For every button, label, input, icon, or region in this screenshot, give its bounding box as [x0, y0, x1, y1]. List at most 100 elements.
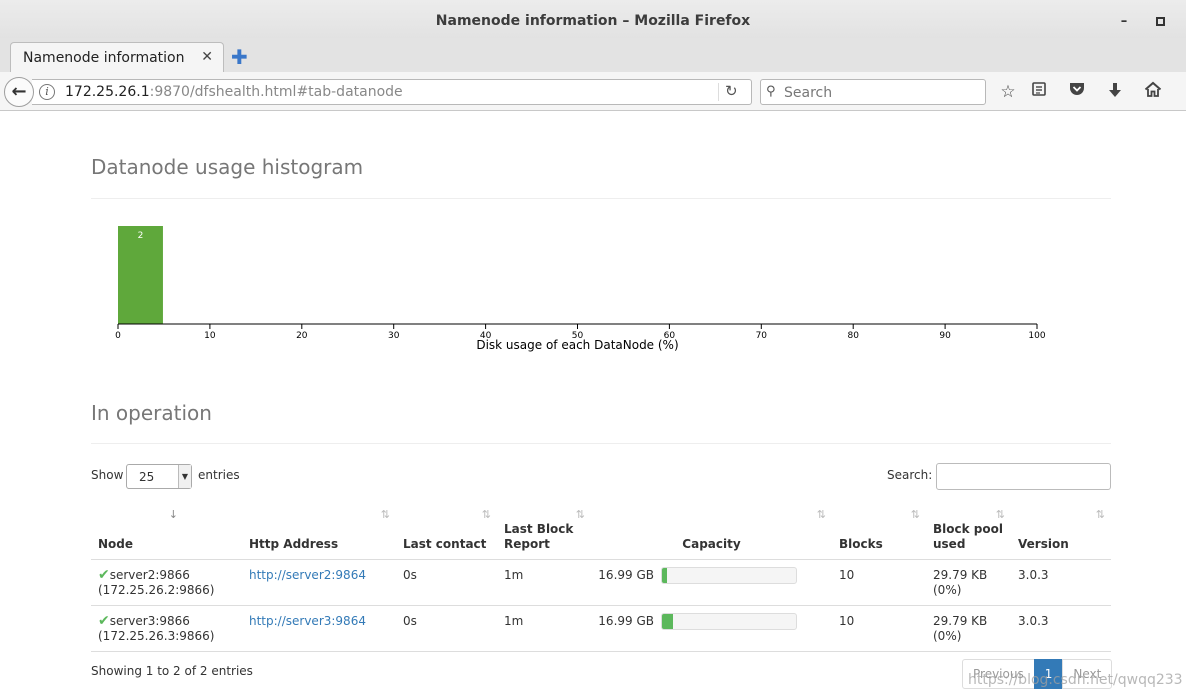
url-bar[interactable]: i 172.25.26.1:9870/dfshealth.html#tab-da…: [32, 79, 752, 105]
browser-search-input[interactable]: ⚲ Search: [760, 79, 986, 105]
datanode-usage-histogram: 2 0 10 20 30 40 50 60 70 80 90 100 Disk usage of eac…: [100, 215, 1060, 355]
last-contact-cell: 0s: [396, 559, 497, 606]
search-placeholder: Search: [784, 85, 833, 101]
column-label: Blocks: [839, 536, 883, 551]
datanode-table: Node ↓ Http Address ⇅ Last contact ⇅ Las…: [91, 503, 1111, 652]
column-label: Last contact: [403, 536, 487, 551]
sort-icon: ⇅: [995, 508, 1005, 521]
http-address-link[interactable]: http://server3:9864: [249, 614, 366, 628]
blocks-cell: 10: [832, 559, 926, 606]
column-label: Last Block Report: [504, 521, 574, 551]
page-size-value: 25: [139, 470, 155, 484]
x-tick-label: 70: [756, 331, 768, 341]
url-host: 172.25.26.1: [65, 84, 150, 100]
http-address-link[interactable]: http://server2:9864: [249, 568, 366, 582]
capacity-cell: 16.99 GB: [591, 559, 832, 606]
sort-icon: ⇅: [1095, 508, 1105, 521]
x-tick-label: 20: [296, 331, 308, 341]
sort-asc-icon: ↓: [168, 508, 178, 521]
x-tick-label: 30: [388, 331, 400, 341]
table-search-input[interactable]: [936, 463, 1111, 490]
column-label: Block pool used: [933, 521, 1003, 551]
histogram-svg: 20 10 20 30 40 50 60 70 80 90 100Disk usage of eac…: [115, 226, 1046, 352]
column-header-block-pool-used[interactable]: Block pool used ⇅: [926, 503, 1011, 560]
capacity-progress-bar: [661, 612, 797, 630]
block-pool-used-cell: 29.79 KB (0%): [926, 605, 1011, 652]
column-header-node[interactable]: Node ↓: [91, 503, 242, 560]
node-name: server3:9866: [109, 613, 190, 628]
site-info-icon[interactable]: i: [39, 84, 55, 100]
chevron-down-icon: ▼: [178, 465, 191, 488]
column-header-last-contact[interactable]: Last contact ⇅: [396, 503, 497, 560]
sort-icon: ⇅: [816, 508, 826, 521]
column-label: Http Address: [249, 536, 339, 551]
node-cell: ✔server2:9866 (172.25.26.2:9866): [91, 559, 242, 606]
x-tick-label: 0: [115, 331, 121, 341]
block-pool-used-cell: 29.79 KB (0%): [926, 559, 1011, 606]
last-contact-cell: 0s: [396, 605, 497, 652]
window-title: Namenode information – Mozilla Firefox: [435, 13, 751, 29]
navigation-toolbar: i 172.25.26.1:9870/dfshealth.html#tab-da…: [0, 72, 1186, 111]
check-icon: ✔: [98, 566, 110, 583]
last-block-report-cell: 1m: [497, 605, 591, 652]
bookmark-star-icon[interactable]: ☆: [997, 81, 1019, 103]
entries-label: entries: [198, 468, 240, 482]
new-tab-icon[interactable]: ✚: [231, 45, 248, 69]
column-header-last-block-report[interactable]: Last Block Report ⇅: [497, 503, 591, 560]
tab-close-icon[interactable]: ✕: [201, 49, 213, 65]
http-address-cell: http://server3:9864: [242, 605, 396, 652]
capacity-cell: 16.99 GB: [591, 605, 832, 652]
http-address-cell: http://server2:9864: [242, 559, 396, 606]
blocks-cell: 10: [832, 605, 926, 652]
capacity-progress-bar: [661, 566, 797, 584]
table-row: ✔server3:9866 (172.25.26.3:9866) http://s…: [91, 605, 1111, 652]
pool-used-percent: (0%): [933, 582, 962, 597]
url-text[interactable]: 172.25.26.1:9870/dfshealth.html#tab-data…: [65, 84, 403, 100]
sort-icon: ⇅: [481, 508, 491, 521]
histogram-title: Datanode usage histogram: [91, 155, 364, 179]
pocket-icon[interactable]: [1066, 81, 1088, 103]
search-icon: ⚲: [766, 84, 776, 99]
maximize-icon: [1155, 17, 1165, 26]
in-operation-title: In operation: [91, 401, 212, 425]
section-divider: [91, 443, 1111, 444]
minimize-button[interactable]: –: [1116, 14, 1132, 30]
download-icon[interactable]: [1104, 81, 1126, 103]
table-header-row: Node ↓ Http Address ⇅ Last contact ⇅ Las…: [91, 503, 1111, 560]
node-ip: (172.25.26.3:9866): [98, 628, 215, 643]
back-button[interactable]: ←: [4, 77, 34, 107]
column-header-http-address[interactable]: Http Address ⇅: [242, 503, 396, 560]
watermark: https://blog.csdn.net/qwqq233: [968, 672, 1183, 688]
tab-label: Namenode information: [23, 50, 185, 66]
home-icon[interactable]: [1142, 81, 1164, 103]
node-ip: (172.25.26.2:9866): [98, 582, 215, 597]
x-tick-label: 90: [939, 331, 951, 341]
maximize-button[interactable]: [1152, 14, 1168, 30]
table-search-label: Search:: [887, 468, 933, 482]
version-cell: 3.0.3: [1011, 605, 1111, 652]
tab-bar: Namenode information ✕ ✚: [0, 38, 1186, 73]
pool-used-percent: (0%): [933, 628, 962, 643]
column-header-blocks[interactable]: Blocks ⇅: [832, 503, 926, 560]
section-divider: [91, 198, 1111, 199]
x-axis-label: Disk usage of each DataNode (%): [476, 338, 678, 352]
show-label: Show: [91, 468, 124, 482]
url-divider: [718, 83, 719, 101]
tab-namenode-information[interactable]: Namenode information ✕: [10, 42, 224, 73]
table-row: ✔server2:9866 (172.25.26.2:9866) http://s…: [91, 559, 1111, 606]
sort-icon: ⇅: [575, 508, 585, 521]
node-cell: ✔server3:9866 (172.25.26.3:9866): [91, 605, 242, 652]
capacity-progress-fill: [662, 613, 673, 629]
x-tick-label: 100: [1028, 331, 1045, 341]
reading-list-icon[interactable]: [1028, 81, 1050, 103]
reload-icon[interactable]: ↻: [725, 82, 738, 100]
table-info: Showing 1 to 2 of 2 entries: [91, 664, 253, 678]
page-size-select[interactable]: 25 ▼: [126, 464, 192, 489]
capacity-value: 16.99 GB: [598, 613, 654, 628]
histogram-bar-label: 2: [138, 231, 144, 241]
column-header-capacity[interactable]: Capacity ⇅: [591, 503, 832, 560]
column-label: Capacity: [682, 536, 741, 551]
column-header-version[interactable]: Version ⇅: [1011, 503, 1111, 560]
version-cell: 3.0.3: [1011, 559, 1111, 606]
url-path: :9870/dfshealth.html#tab-datanode: [149, 84, 403, 100]
